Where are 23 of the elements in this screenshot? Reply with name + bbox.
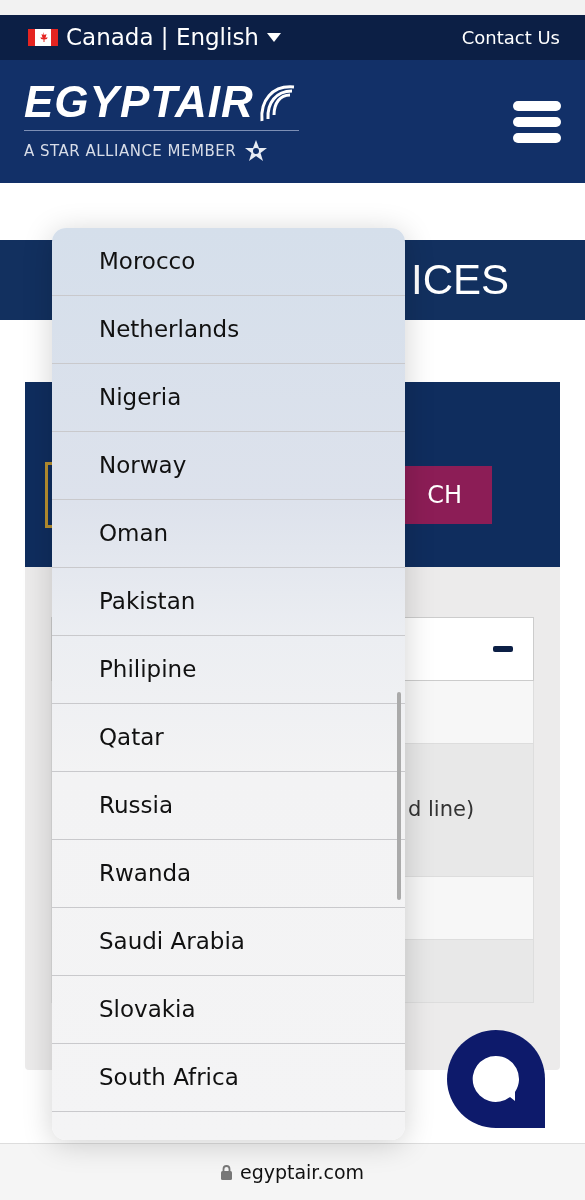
url-text: egyptair.com [239, 1159, 365, 1185]
dropdown-option[interactable]: Morocco [52, 228, 405, 296]
dropdown-option[interactable]: South Africa [52, 1044, 405, 1112]
dropdown-option[interactable]: Norway [52, 432, 405, 500]
logo-text: EGYPTAIR [24, 80, 254, 124]
dropdown-option[interactable]: Oman [52, 500, 405, 568]
language-selector[interactable]: Canada | English [66, 20, 281, 55]
dropdown-option[interactable]: Netherlands [52, 296, 405, 364]
page-title: ICES [410, 256, 509, 304]
dropdown-option[interactable]: Slovakia [52, 976, 405, 1044]
chat-icon[interactable] [447, 1030, 545, 1128]
lock-icon [220, 1164, 232, 1180]
contact-link[interactable]: Contact Us [461, 24, 560, 51]
menu-icon[interactable] [513, 100, 561, 143]
dropdown-option[interactable]: Pakistan [52, 568, 405, 636]
tagline: A STAR ALLIANCE MEMBER [24, 140, 237, 162]
minus-icon [493, 646, 513, 652]
dropdown-option[interactable]: Nigeria [52, 364, 405, 432]
caret-icon [266, 33, 281, 42]
flag-icon [28, 29, 58, 46]
star-icon [244, 139, 269, 163]
table-cell-text: d line) [408, 796, 475, 824]
dropdown-option[interactable]: Saudi Arabia [52, 908, 405, 976]
